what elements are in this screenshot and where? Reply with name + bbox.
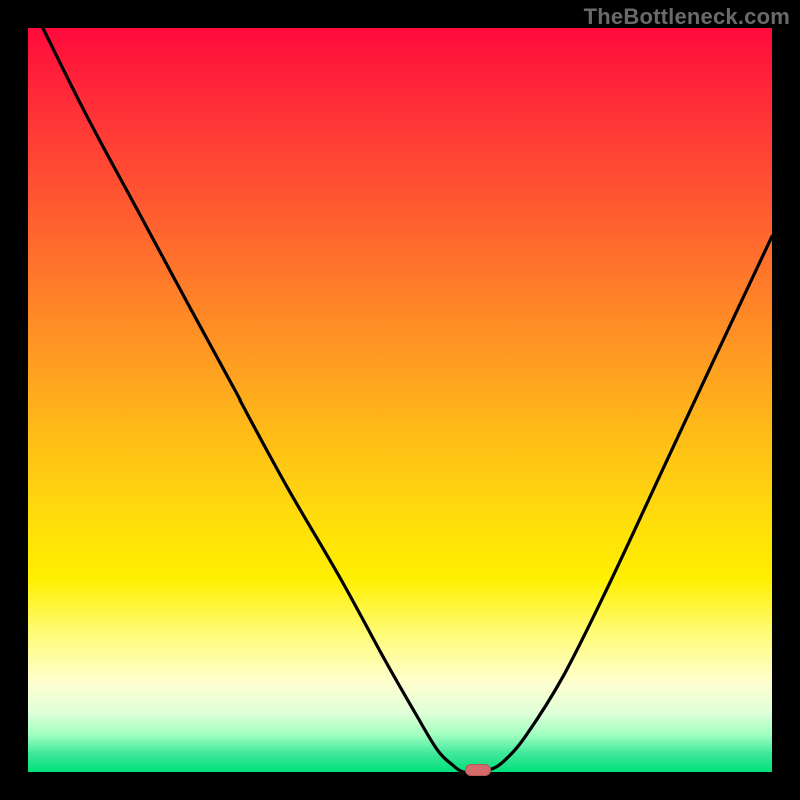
chart-frame: TheBottleneck.com xyxy=(0,0,800,800)
chart-plot-area xyxy=(28,28,772,772)
optimum-marker xyxy=(465,764,491,776)
watermark-text: TheBottleneck.com xyxy=(584,4,790,30)
bottleneck-curve xyxy=(28,28,772,772)
